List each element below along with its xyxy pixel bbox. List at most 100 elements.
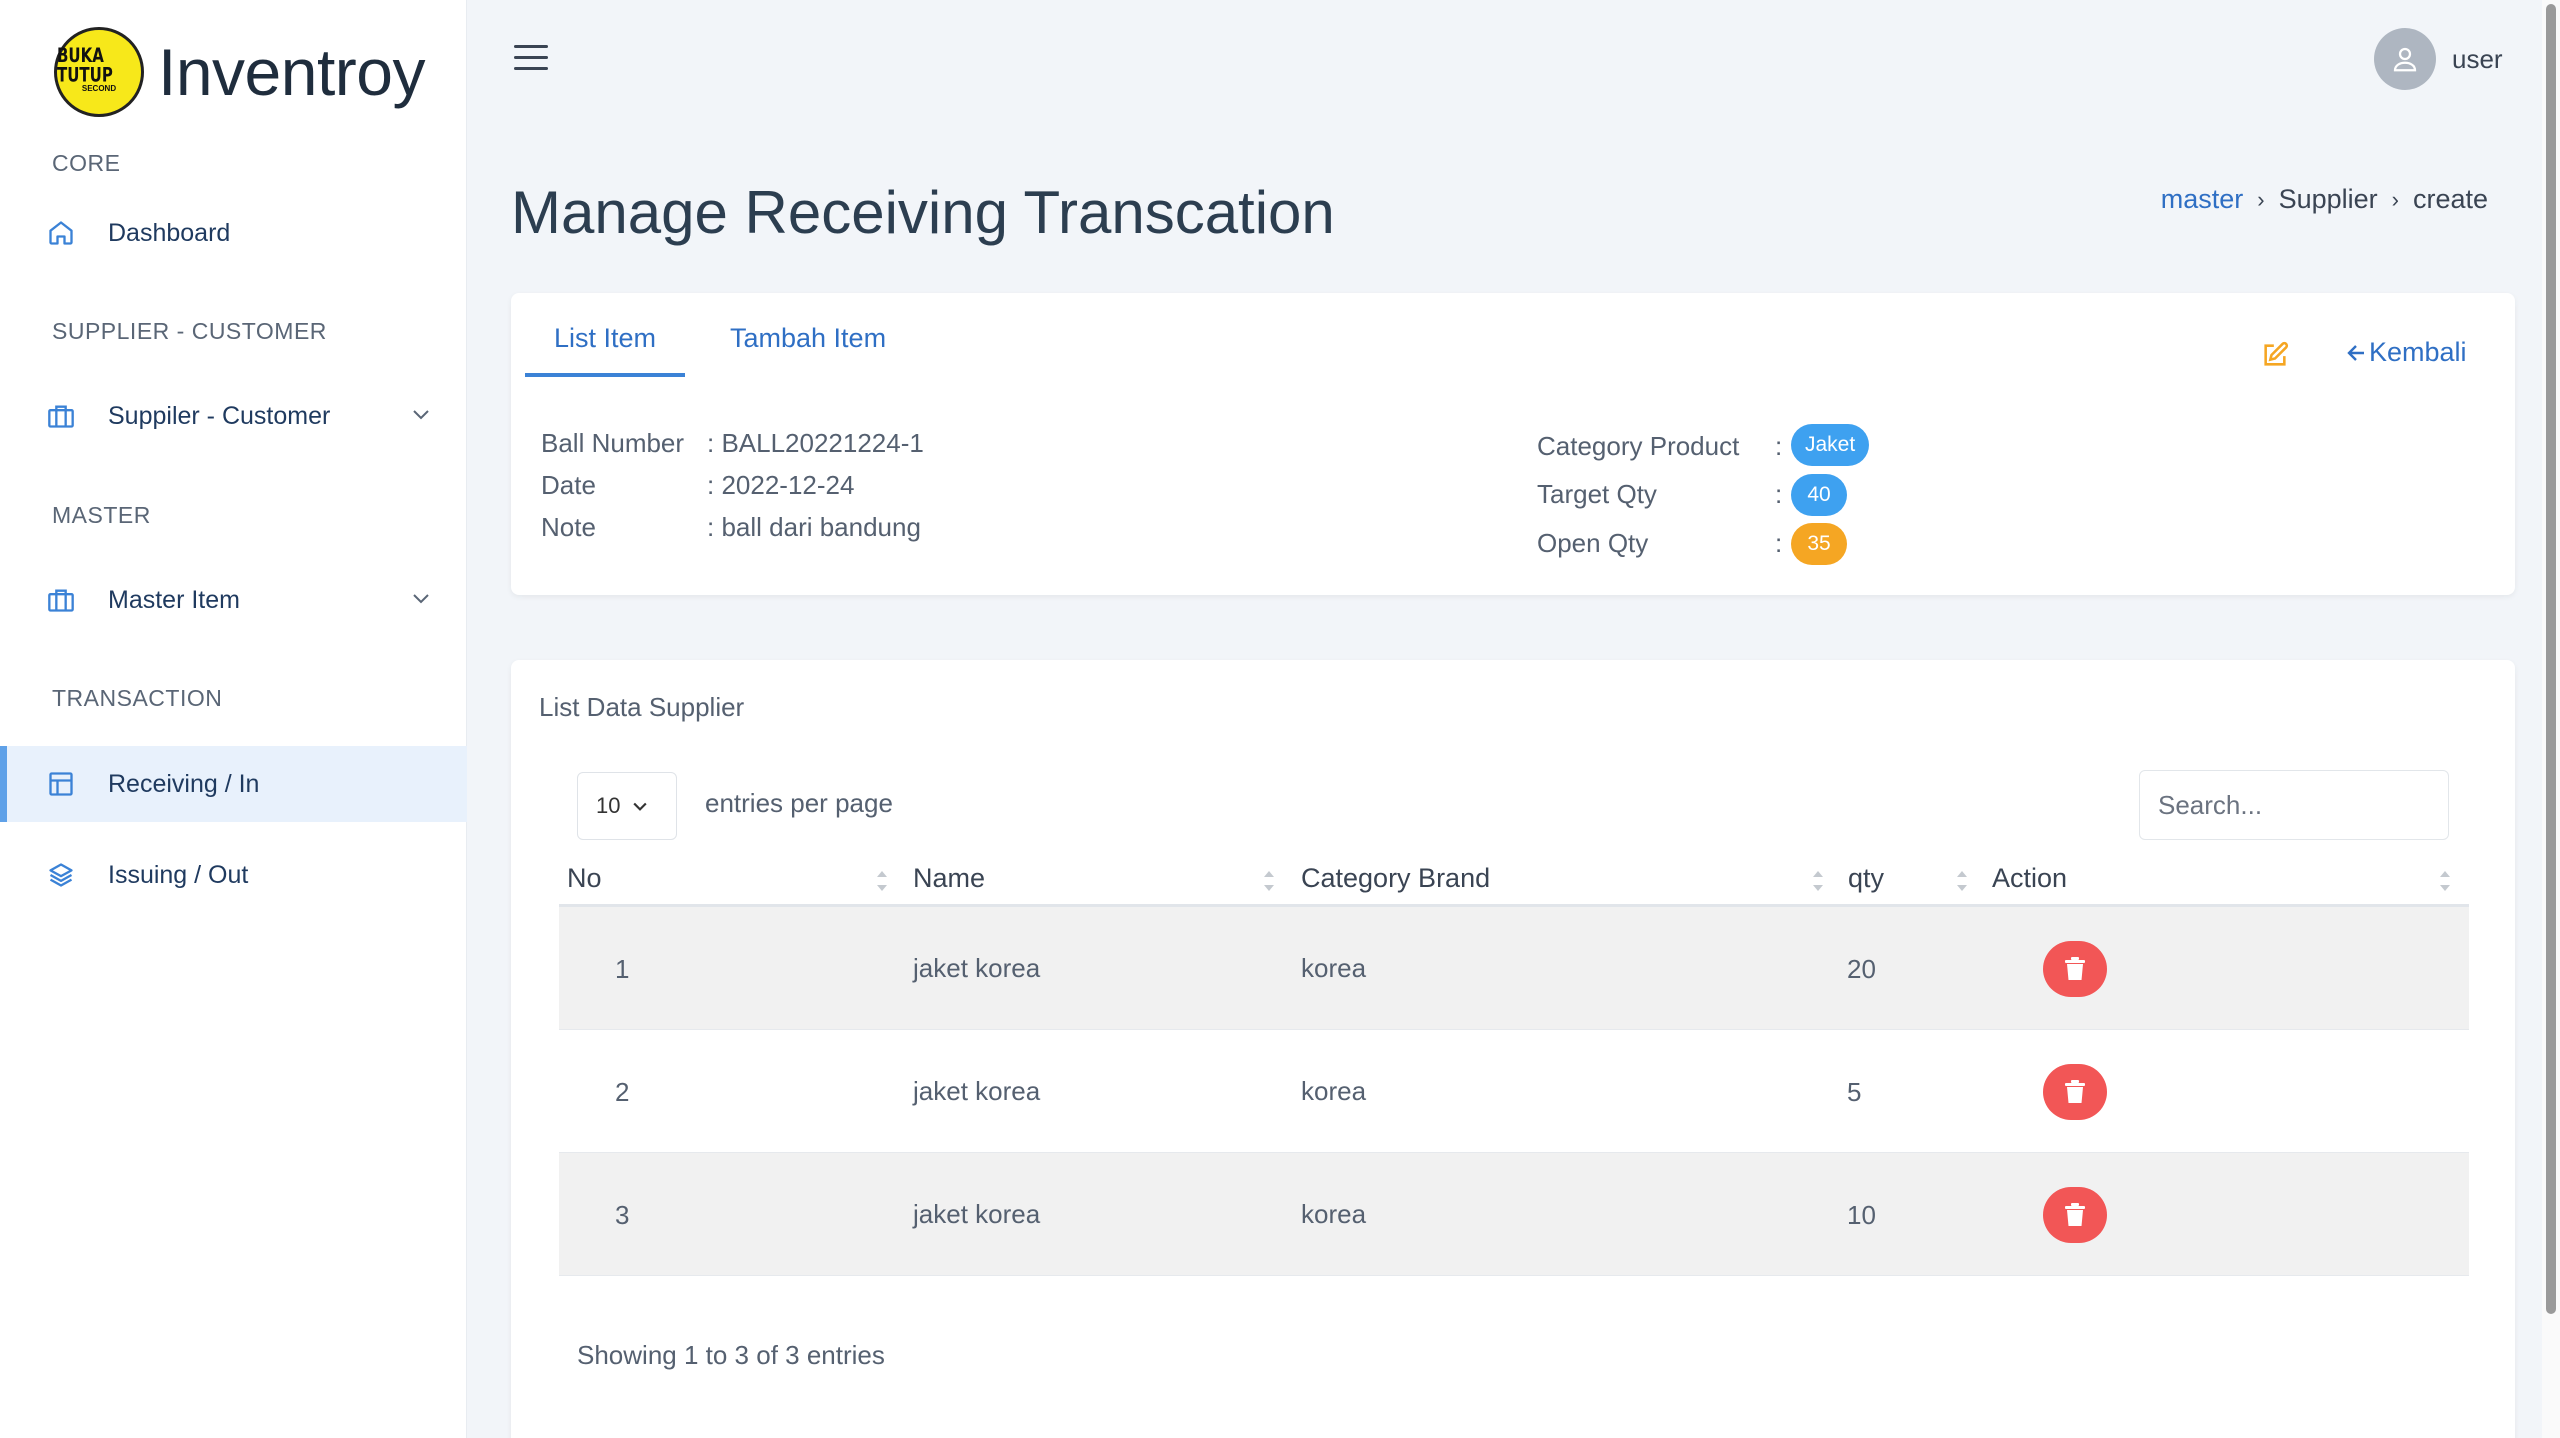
cell-no: 3 [615, 1200, 630, 1230]
cell-name: jaket korea [913, 1199, 1041, 1229]
brand-name: Inventroy [158, 35, 425, 109]
brand[interactable]: BUKA TUTUP SECOND Inventroy [54, 27, 425, 117]
target-qty-label: Target Qty [1537, 479, 1657, 509]
layers-icon [46, 860, 76, 890]
sort-icon[interactable] [2438, 866, 2452, 896]
cell-brand: korea [1301, 1076, 1367, 1106]
list-title: List Data Supplier [539, 692, 745, 722]
table-row: 1 jaket korea korea 20 [559, 907, 2469, 1030]
sidebar-item-label: Suppiler - Customer [108, 401, 331, 430]
sort-icon[interactable] [1262, 866, 1276, 896]
scrollbar-thumb[interactable] [2546, 4, 2556, 1314]
page-scrollbar[interactable] [2542, 0, 2560, 1438]
page-title: Manage Receiving Transcation [511, 179, 1335, 246]
cell-name: jaket korea [913, 953, 1041, 983]
sort-icon[interactable] [1811, 866, 1825, 896]
trash-icon [2065, 1203, 2085, 1226]
list-data-card: List Data Supplier 10 entries per page N… [511, 660, 2515, 1438]
sort-icon[interactable] [875, 866, 889, 896]
ball-number-label: Ball Number [541, 428, 685, 458]
search-input[interactable] [2139, 770, 2449, 840]
layout-icon [46, 769, 76, 799]
sidebar-item-dashboard[interactable]: Dashboard [0, 195, 467, 271]
sidebar-item-label: Dashboard [108, 218, 231, 247]
chevron-right-icon: › [2391, 186, 2399, 212]
arrow-left-icon [2347, 344, 2364, 361]
delete-button[interactable] [2043, 1064, 2107, 1120]
table-row: 2 jaket korea korea 5 [559, 1030, 2469, 1153]
section-core: CORE [52, 150, 121, 176]
avatar [2374, 28, 2436, 90]
chevron-down-icon [633, 802, 648, 811]
chevron-down-icon [413, 410, 429, 420]
table-row: 3 jaket korea korea 10 [559, 1153, 2469, 1276]
column-header-qty[interactable]: qty [1848, 863, 1884, 894]
colon: : [1775, 479, 1783, 509]
category-product-label: Category Product [1537, 431, 1740, 461]
colon: : [1775, 431, 1783, 461]
delete-button[interactable] [2043, 1187, 2107, 1243]
ball-number-value: : BALL20221224-1 [707, 428, 924, 458]
per-page-value: 10 [596, 793, 621, 818]
cell-name: jaket korea [913, 1076, 1041, 1106]
category-badge: Jaket [1791, 424, 1870, 466]
trash-icon [2065, 1080, 2085, 1103]
sidebar-item-label: Issuing / Out [108, 860, 249, 889]
tab-list-item[interactable]: List Item [554, 323, 656, 354]
cell-no: 1 [615, 954, 630, 984]
sidebar-item-receiving[interactable]: Receiving / In [0, 746, 467, 822]
breadcrumb: master › Supplier › create [2161, 184, 2488, 215]
sidebar-item-label: Receiving / In [108, 769, 260, 798]
user-name: user [2452, 43, 2503, 74]
breadcrumb-supplier: Supplier [2278, 184, 2378, 214]
target-qty-badge: 40 [1791, 474, 1847, 516]
edit-icon[interactable] [2261, 341, 2289, 374]
column-header-no[interactable]: No [567, 863, 602, 894]
column-header-name[interactable]: Name [913, 863, 985, 894]
sidebar-item-master-item[interactable]: Master Item [0, 562, 467, 638]
tab-tambah-item[interactable]: Tambah Item [730, 323, 886, 354]
cell-brand: korea [1301, 1199, 1367, 1229]
cell-qty: 5 [1847, 1077, 1862, 1107]
receiving-info-card: List Item Tambah Item Kembali Ball Numbe… [511, 293, 2515, 595]
back-button[interactable]: Kembali [2345, 337, 2467, 368]
sidebar-item-supplier-customer[interactable]: Suppiler - Customer [0, 378, 467, 454]
cell-qty: 20 [1847, 954, 1876, 984]
colon: : [1775, 528, 1783, 558]
breadcrumb-master[interactable]: master [2161, 184, 2244, 215]
active-tab-indicator [525, 373, 685, 377]
sort-icon[interactable] [1955, 866, 1969, 896]
column-header-action[interactable]: Action [1992, 863, 2067, 894]
breadcrumb-create: create [2412, 184, 2488, 214]
home-icon [46, 218, 76, 248]
trash-icon [2065, 957, 2085, 980]
date-label: Date [541, 470, 596, 500]
section-supplier-customer: SUPPLIER - CUSTOMER [52, 318, 327, 344]
delete-button[interactable] [2043, 941, 2107, 997]
section-transaction: TRANSACTION [52, 685, 223, 711]
per-page-select[interactable]: 10 [577, 772, 677, 840]
logo-text: BUKA TUTUP [57, 43, 113, 87]
cell-qty: 10 [1847, 1200, 1876, 1230]
sidebar-item-issuing[interactable]: Issuing / Out [0, 837, 467, 913]
open-qty-label: Open Qty [1537, 528, 1649, 558]
back-label: Kembali [2369, 337, 2467, 367]
sidebar: BUKA TUTUP SECOND Inventroy CORE Dashboa… [0, 0, 467, 1438]
briefcase-icon [46, 401, 76, 431]
user-menu[interactable]: user [2374, 28, 2503, 90]
date-value: : 2022-12-24 [707, 470, 855, 500]
note-value: : ball dari bandung [707, 512, 921, 542]
hamburger-menu-button[interactable] [514, 45, 548, 73]
chevron-right-icon: › [2257, 186, 2265, 212]
section-master: MASTER [52, 502, 151, 528]
chevron-down-icon [413, 594, 429, 604]
brand-logo: BUKA TUTUP SECOND [54, 27, 144, 117]
cell-no: 2 [615, 1077, 630, 1107]
briefcase-icon [46, 585, 76, 615]
user-icon [2393, 47, 2417, 72]
sidebar-item-label: Master Item [108, 585, 240, 614]
table-info: Showing 1 to 3 of 3 entries [577, 1340, 885, 1370]
column-header-category-brand[interactable]: Category Brand [1301, 863, 1490, 894]
per-page-label: entries per page [705, 788, 893, 818]
open-qty-badge: 35 [1791, 523, 1847, 565]
